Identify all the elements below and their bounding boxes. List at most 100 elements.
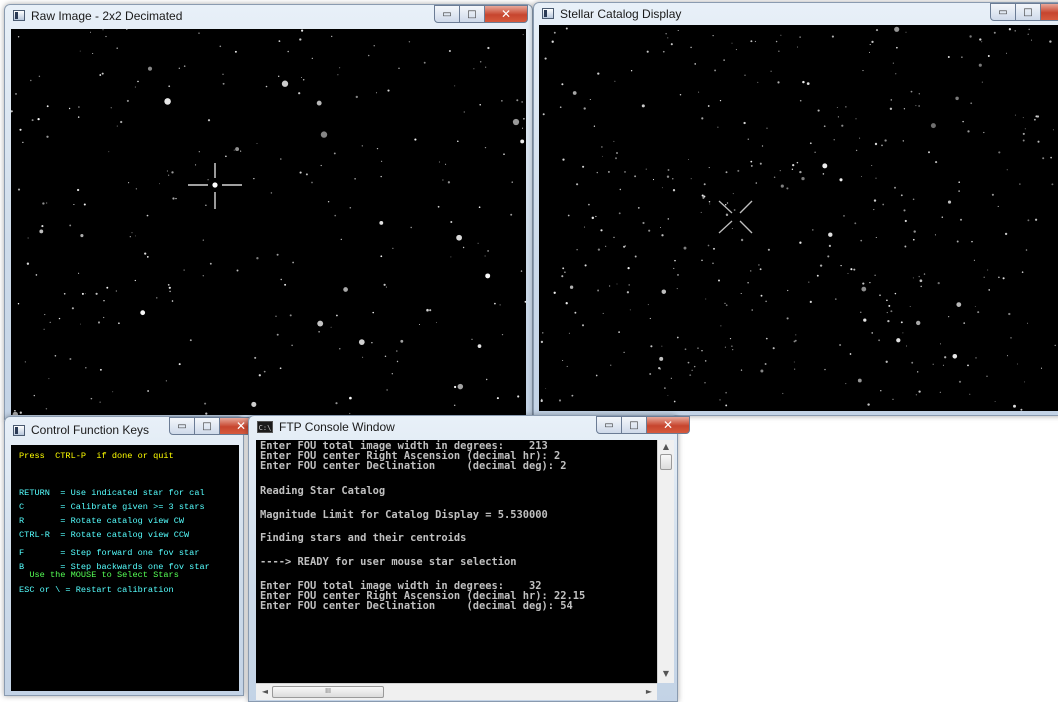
star-point <box>565 302 568 305</box>
star-point <box>462 246 465 249</box>
star-point <box>581 324 585 327</box>
star-point <box>17 303 20 305</box>
star-point <box>997 205 999 207</box>
star-point <box>850 268 853 271</box>
console-vertical-scrollbar[interactable]: ▲ ▼ <box>657 440 674 683</box>
star-point <box>894 26 900 32</box>
star-point <box>998 276 1000 279</box>
raw-image-window: Raw Image - 2x2 Decimated ▭ □ ✕ <box>4 4 533 420</box>
catalog-titlebar[interactable]: Stellar Catalog Display <box>534 3 1058 25</box>
star-point <box>608 285 611 287</box>
star-point <box>794 368 796 370</box>
star-point <box>871 164 873 167</box>
star-point <box>576 249 578 251</box>
star-point <box>828 244 832 248</box>
star-point <box>602 312 604 314</box>
star-point <box>1042 157 1045 160</box>
star-point <box>144 252 147 255</box>
star-point <box>487 46 490 50</box>
star-point <box>561 83 564 86</box>
star-point <box>660 227 661 229</box>
horizontal-scroll-thumb[interactable]: III <box>272 686 384 698</box>
minimize-button[interactable]: ▭ <box>596 416 622 434</box>
star-point <box>828 232 833 237</box>
star-point <box>302 79 305 81</box>
star-point <box>694 63 696 65</box>
star-point <box>102 29 104 31</box>
star-point <box>358 339 365 345</box>
star-point <box>447 181 451 184</box>
star-point <box>895 73 897 75</box>
star-point <box>311 181 313 184</box>
star-point <box>438 161 440 163</box>
star-point <box>1010 337 1012 339</box>
star-point <box>991 193 994 196</box>
catalog-canvas[interactable] <box>539 25 1058 411</box>
console-output[interactable]: Enter FOU total image width in degrees: … <box>256 440 657 683</box>
star-point <box>648 229 651 232</box>
star-point <box>494 302 496 305</box>
scroll-up-icon[interactable]: ▲ <box>659 442 673 451</box>
star-point <box>79 50 81 52</box>
close-button[interactable]: ✕ <box>485 5 528 23</box>
star-point <box>116 125 118 127</box>
star-point <box>712 262 714 265</box>
scroll-right-icon[interactable]: ► <box>642 687 656 696</box>
catalog-star-field[interactable] <box>539 25 1058 411</box>
star-point <box>646 50 649 53</box>
star-point <box>816 274 819 277</box>
minimize-button[interactable]: ▭ <box>990 3 1016 21</box>
maximize-button[interactable]: □ <box>1016 3 1041 21</box>
minimize-button[interactable]: ▭ <box>169 417 195 435</box>
star-point <box>971 240 973 243</box>
star-point <box>833 139 835 141</box>
star-point <box>278 40 281 42</box>
vertical-scroll-thumb[interactable] <box>660 454 672 470</box>
star-point <box>27 237 29 239</box>
key-r: R = Rotate catalog view CW <box>19 516 185 526</box>
star-point <box>659 356 664 361</box>
star-point <box>672 189 676 192</box>
star-point <box>134 86 136 88</box>
star-point <box>116 47 118 49</box>
star-point <box>484 146 487 149</box>
maximize-button[interactable]: □ <box>195 417 220 435</box>
star-point <box>827 255 830 258</box>
star-point <box>920 285 922 288</box>
star-point <box>1014 114 1016 116</box>
star-point <box>1031 39 1032 41</box>
star-point <box>276 253 279 256</box>
star-point <box>704 382 706 384</box>
star-point <box>574 311 577 314</box>
star-point <box>959 218 963 221</box>
maximize-button[interactable]: □ <box>622 416 647 434</box>
raw-image-canvas[interactable] <box>11 29 526 415</box>
star-point <box>48 378 50 380</box>
star-point <box>19 411 22 414</box>
star-point <box>878 339 881 342</box>
star-point <box>49 321 51 324</box>
console-horizontal-scrollbar[interactable]: ◄ III ► <box>256 683 657 700</box>
close-button[interactable]: ✕ <box>647 416 690 434</box>
star-point <box>782 392 784 395</box>
star-point <box>333 152 336 155</box>
star-point <box>289 314 292 317</box>
star-point <box>1021 271 1024 273</box>
star-point <box>39 229 44 234</box>
raw-star-field[interactable] <box>11 29 526 415</box>
scroll-left-icon[interactable]: ◄ <box>258 687 272 696</box>
star-point <box>740 369 743 371</box>
close-button[interactable]: ✕ <box>1041 3 1058 21</box>
scroll-down-icon[interactable]: ▼ <box>659 669 673 678</box>
star-point <box>882 203 885 206</box>
star-point <box>732 349 734 351</box>
minimize-button[interactable]: ▭ <box>434 5 460 23</box>
star-point <box>916 320 921 326</box>
star-point <box>602 155 603 157</box>
star-point <box>647 304 649 306</box>
maximize-button[interactable]: □ <box>460 5 485 23</box>
star-point <box>299 38 302 41</box>
star-point <box>967 364 969 367</box>
star-point <box>1024 128 1026 130</box>
star-point <box>845 383 847 385</box>
